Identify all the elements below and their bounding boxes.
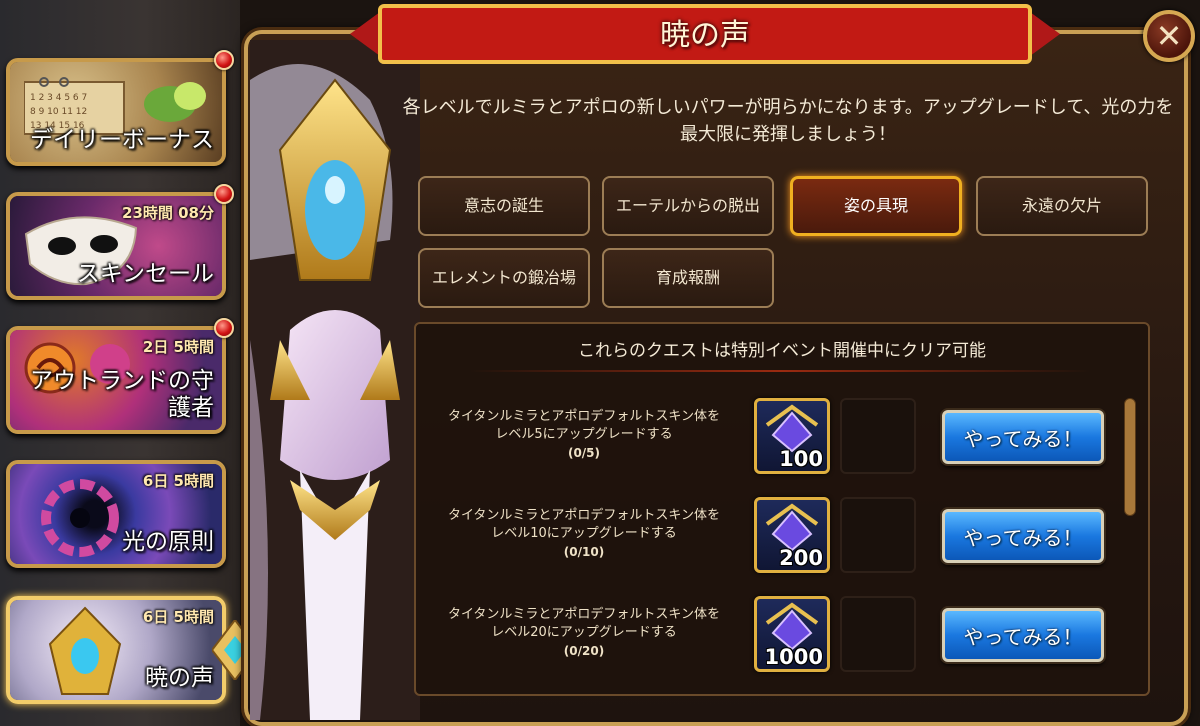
reward-item[interactable]: 200: [754, 497, 830, 573]
tab-label: 永遠の欠片: [1021, 196, 1102, 215]
page-title: 暁の声: [660, 18, 750, 53]
sidebar-item-principle-of-light[interactable]: 6日 5時間 光の原則: [6, 460, 226, 568]
try-it-button[interactable]: やってみる！: [942, 410, 1104, 464]
sidebar-item-label: デイリーボーナス: [30, 127, 214, 153]
quest-description: タイタンルミラとアポロデフォルトスキン体を レベル10にアップグレードする (0…: [424, 507, 744, 561]
hero-artwork: [250, 40, 420, 720]
event-description: 各レベルでルミラとアポロの新しいパワーが明らかになります。アップグレードして、光…: [402, 97, 1174, 145]
reward-amount: 100: [779, 447, 823, 471]
button-label: やってみる！: [963, 525, 1083, 550]
try-it-button[interactable]: やってみる！: [942, 608, 1104, 662]
event-timer: 6日 5時間: [142, 472, 214, 490]
quest-description: タイタンルミラとアポロデフォルトスキン体を レベル20にアップグレードする (0…: [424, 606, 744, 660]
empty-reward-slot: [840, 398, 916, 474]
quest-text: レベル5にアップグレードする: [495, 427, 673, 442]
event-sidebar: 1 2 3 4 5 6 78 9 10 11 12 13 14 15 16 デイリ…: [0, 0, 258, 726]
tab-element-forge[interactable]: エレメントの鍛冶場: [418, 248, 590, 308]
sidebar-item-label: 暁の声: [145, 665, 214, 691]
quest-progress: (0/10): [563, 545, 605, 559]
gift-icon: [144, 82, 206, 122]
event-timer: 23時間 08分: [122, 204, 214, 222]
quest-list-header: これらのクエストは特別イベント開催中にクリア可能: [578, 341, 986, 361]
empty-reward-slot: [840, 596, 916, 672]
event-timer: 2日 5時間: [142, 338, 214, 356]
reward-amount: 200: [779, 546, 823, 570]
sidebar-item-voice-of-dawn[interactable]: 6日 5時間 暁の声: [6, 596, 226, 704]
tab-growth-rewards[interactable]: 育成報酬: [602, 248, 774, 308]
close-icon: ✕: [1155, 17, 1183, 55]
notification-badge: [214, 184, 234, 204]
reward-item[interactable]: 100: [754, 398, 830, 474]
button-label: やってみる！: [963, 624, 1083, 649]
divider: [470, 370, 1090, 372]
sidebar-item-skin-sale[interactable]: 23時間 08分 スキンセール: [6, 192, 226, 300]
svg-text:8 9 10 11 12: 8 9 10 11 12: [30, 107, 87, 117]
quest-progress: (0/5): [567, 446, 601, 460]
sidebar-item-label: アウトランドの守 護者: [30, 368, 214, 421]
sidebar-item-label: スキンセール: [76, 261, 214, 287]
sidebar-item-label: 光の原則: [122, 529, 214, 555]
quest-scrollbar[interactable]: [1124, 398, 1136, 516]
tab-label: エーテルからの脱出: [615, 196, 760, 215]
quest-text: レベル20にアップグレードする: [491, 625, 677, 640]
event-timer: 6日 5時間: [142, 608, 214, 626]
tab-label: エレメントの鍛冶場: [431, 268, 576, 287]
quest-text: レベル10にアップグレードする: [491, 526, 677, 541]
helmet-icon: [48, 606, 122, 695]
sidebar-item-daily-bonus[interactable]: 1 2 3 4 5 6 78 9 10 11 12 13 14 15 16 デイリ…: [6, 58, 226, 166]
quest-text: タイタンルミラとアポロデフォルトスキン体を: [447, 607, 721, 622]
tab-manifestation[interactable]: 姿の具現: [790, 176, 962, 236]
notification-badge: [214, 318, 234, 338]
tab-escape-from-ether[interactable]: エーテルからの脱出: [602, 176, 774, 236]
quest-description: タイタンルミラとアポロデフォルトスキン体を レベル5にアップグレードする (0/…: [424, 408, 744, 462]
svg-text:1 2 3 4 5 6 7: 1 2 3 4 5 6 7: [30, 93, 87, 103]
quest-text: タイタンルミラとアポロデフォルトスキン体を: [447, 409, 721, 424]
quest-text: タイタンルミラとアポロデフォルトスキン体を: [447, 508, 721, 523]
sidebar-item-outland-guardian[interactable]: 2日 5時間 アウトランドの守 護者: [6, 326, 226, 434]
tab-label: 姿の具現: [843, 196, 908, 215]
notification-badge: [214, 50, 234, 70]
tab-label: 育成報酬: [655, 268, 720, 287]
empty-reward-slot: [840, 497, 916, 573]
quest-progress: (0/20): [563, 644, 605, 658]
reward-item[interactable]: 1000: [754, 596, 830, 672]
button-label: やってみる！: [963, 426, 1083, 451]
try-it-button[interactable]: やってみる！: [942, 509, 1104, 563]
tab-label: 意志の誕生: [463, 196, 544, 215]
tab-eternal-shard[interactable]: 永遠の欠片: [976, 176, 1148, 236]
close-button[interactable]: ✕: [1143, 10, 1195, 62]
tab-birth-of-will[interactable]: 意志の誕生: [418, 176, 590, 236]
reward-amount: 1000: [764, 645, 823, 669]
